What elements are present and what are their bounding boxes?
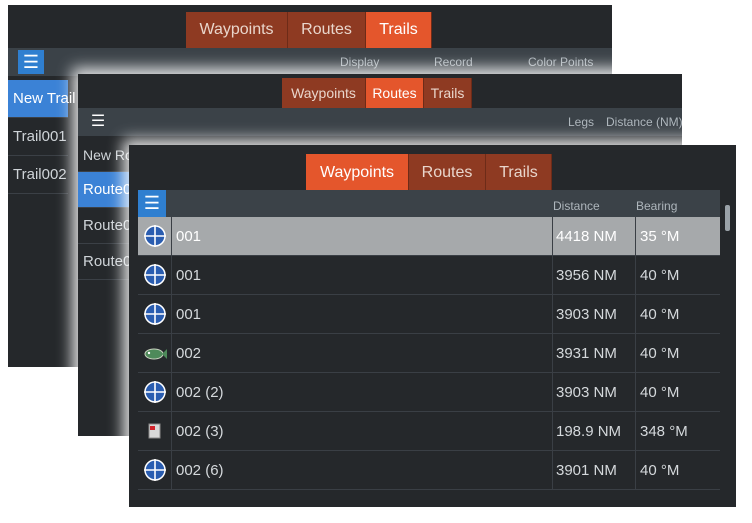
scrollbar[interactable] xyxy=(725,205,730,231)
waypoint-bearing: 348 °M xyxy=(640,422,688,440)
column-bearing[interactable]: Bearing xyxy=(636,199,677,213)
waypoint-distance: 3901 NM xyxy=(553,451,636,489)
tab-routes[interactable]: Routes xyxy=(366,78,424,108)
waypoint-distance: 4418 NM xyxy=(553,217,636,255)
table-row[interactable]: 002 (2) 3903 NM 40 °M xyxy=(138,373,720,412)
column-header-bar xyxy=(8,48,612,76)
waypoint-distance: 198.9 NM xyxy=(553,412,636,450)
column-distance[interactable]: Distance (NM) xyxy=(606,115,682,129)
crosshair-icon xyxy=(138,373,172,411)
waypoint-table: 001 4418 NM 35 °M 001 3956 NM 40 °M 001 3903 NM… xyxy=(138,217,720,490)
list-item[interactable]: Route0 xyxy=(78,244,131,280)
crosshair-icon xyxy=(138,295,172,333)
crosshair-icon xyxy=(138,256,172,294)
waypoint-name: 002 (2) xyxy=(172,373,553,411)
waypoint-distance: 3956 NM xyxy=(553,256,636,294)
column-display[interactable]: Display xyxy=(340,55,379,69)
waypoint-name: 001 xyxy=(172,217,553,255)
table-row[interactable]: 001 4418 NM 35 °M xyxy=(138,217,720,256)
waypoint-bearing: 40 °M xyxy=(640,344,680,362)
list-item[interactable]: New Trail xyxy=(8,80,76,118)
menu-icon[interactable]: ☰ xyxy=(86,110,110,134)
tab-bar: Waypoints Routes Trails xyxy=(306,154,552,192)
list-item[interactable]: Trail001 xyxy=(8,118,68,156)
menu-icon[interactable]: ☰ xyxy=(138,190,166,217)
waypoint-bearing: 40 °M xyxy=(640,305,680,323)
column-legs[interactable]: Legs xyxy=(568,115,594,129)
list-item[interactable]: Route0 xyxy=(78,172,131,208)
waypoint-name: 001 xyxy=(172,256,553,294)
list-item[interactable]: Trail002 xyxy=(8,156,68,194)
tab-waypoints[interactable]: Waypoints xyxy=(282,78,366,108)
waypoint-bearing: 40 °M xyxy=(640,266,680,284)
column-record[interactable]: Record xyxy=(434,55,473,69)
flag-icon xyxy=(138,412,172,450)
waypoint-bearing: 40 °M xyxy=(640,461,680,479)
fish-icon xyxy=(138,334,172,372)
tab-bar: Waypoints Routes Trails xyxy=(282,78,472,108)
tab-bar: Waypoints Routes Trails xyxy=(186,12,432,48)
column-distance[interactable]: Distance xyxy=(553,199,600,213)
table-row[interactable]: 002 3931 NM 40 °M xyxy=(138,334,720,373)
table-row[interactable]: 001 3956 NM 40 °M xyxy=(138,256,720,295)
tab-routes[interactable]: Routes xyxy=(288,12,366,48)
crosshair-icon xyxy=(138,217,172,255)
list-item[interactable]: New Route xyxy=(78,138,152,172)
tab-waypoints[interactable]: Waypoints xyxy=(186,12,288,48)
column-color-points[interactable]: Color Points xyxy=(528,55,593,69)
waypoint-distance: 3903 NM xyxy=(553,373,636,411)
tab-trails[interactable]: Trails xyxy=(486,154,552,192)
crosshair-icon xyxy=(138,451,172,489)
menu-icon[interactable]: ☰ xyxy=(18,50,44,74)
list-item[interactable]: Route0 xyxy=(78,208,131,244)
table-row[interactable]: 002 (6) 3901 NM 40 °M xyxy=(138,451,720,490)
waypoint-distance: 3903 NM xyxy=(553,295,636,333)
waypoint-name: 002 (3) xyxy=(172,412,553,450)
waypoint-name: 002 (6) xyxy=(172,451,553,489)
tab-routes[interactable]: Routes xyxy=(409,154,486,192)
table-row[interactable]: 001 3903 NM 40 °M xyxy=(138,295,720,334)
tab-trails[interactable]: Trails xyxy=(366,12,432,48)
waypoints-panel: Waypoints Routes Trails ☰ Distance Beari… xyxy=(129,145,736,507)
waypoint-name: 002 xyxy=(172,334,553,372)
waypoint-distance: 3931 NM xyxy=(553,334,636,372)
waypoint-bearing: 35 °M xyxy=(640,227,680,245)
waypoint-name: 001 xyxy=(172,295,553,333)
waypoint-bearing: 40 °M xyxy=(640,383,680,401)
tab-waypoints[interactable]: Waypoints xyxy=(306,154,409,192)
table-row[interactable]: 002 (3) 198.9 NM 348 °M xyxy=(138,412,720,451)
tab-trails[interactable]: Trails xyxy=(424,78,472,108)
column-header-bar xyxy=(138,190,720,217)
